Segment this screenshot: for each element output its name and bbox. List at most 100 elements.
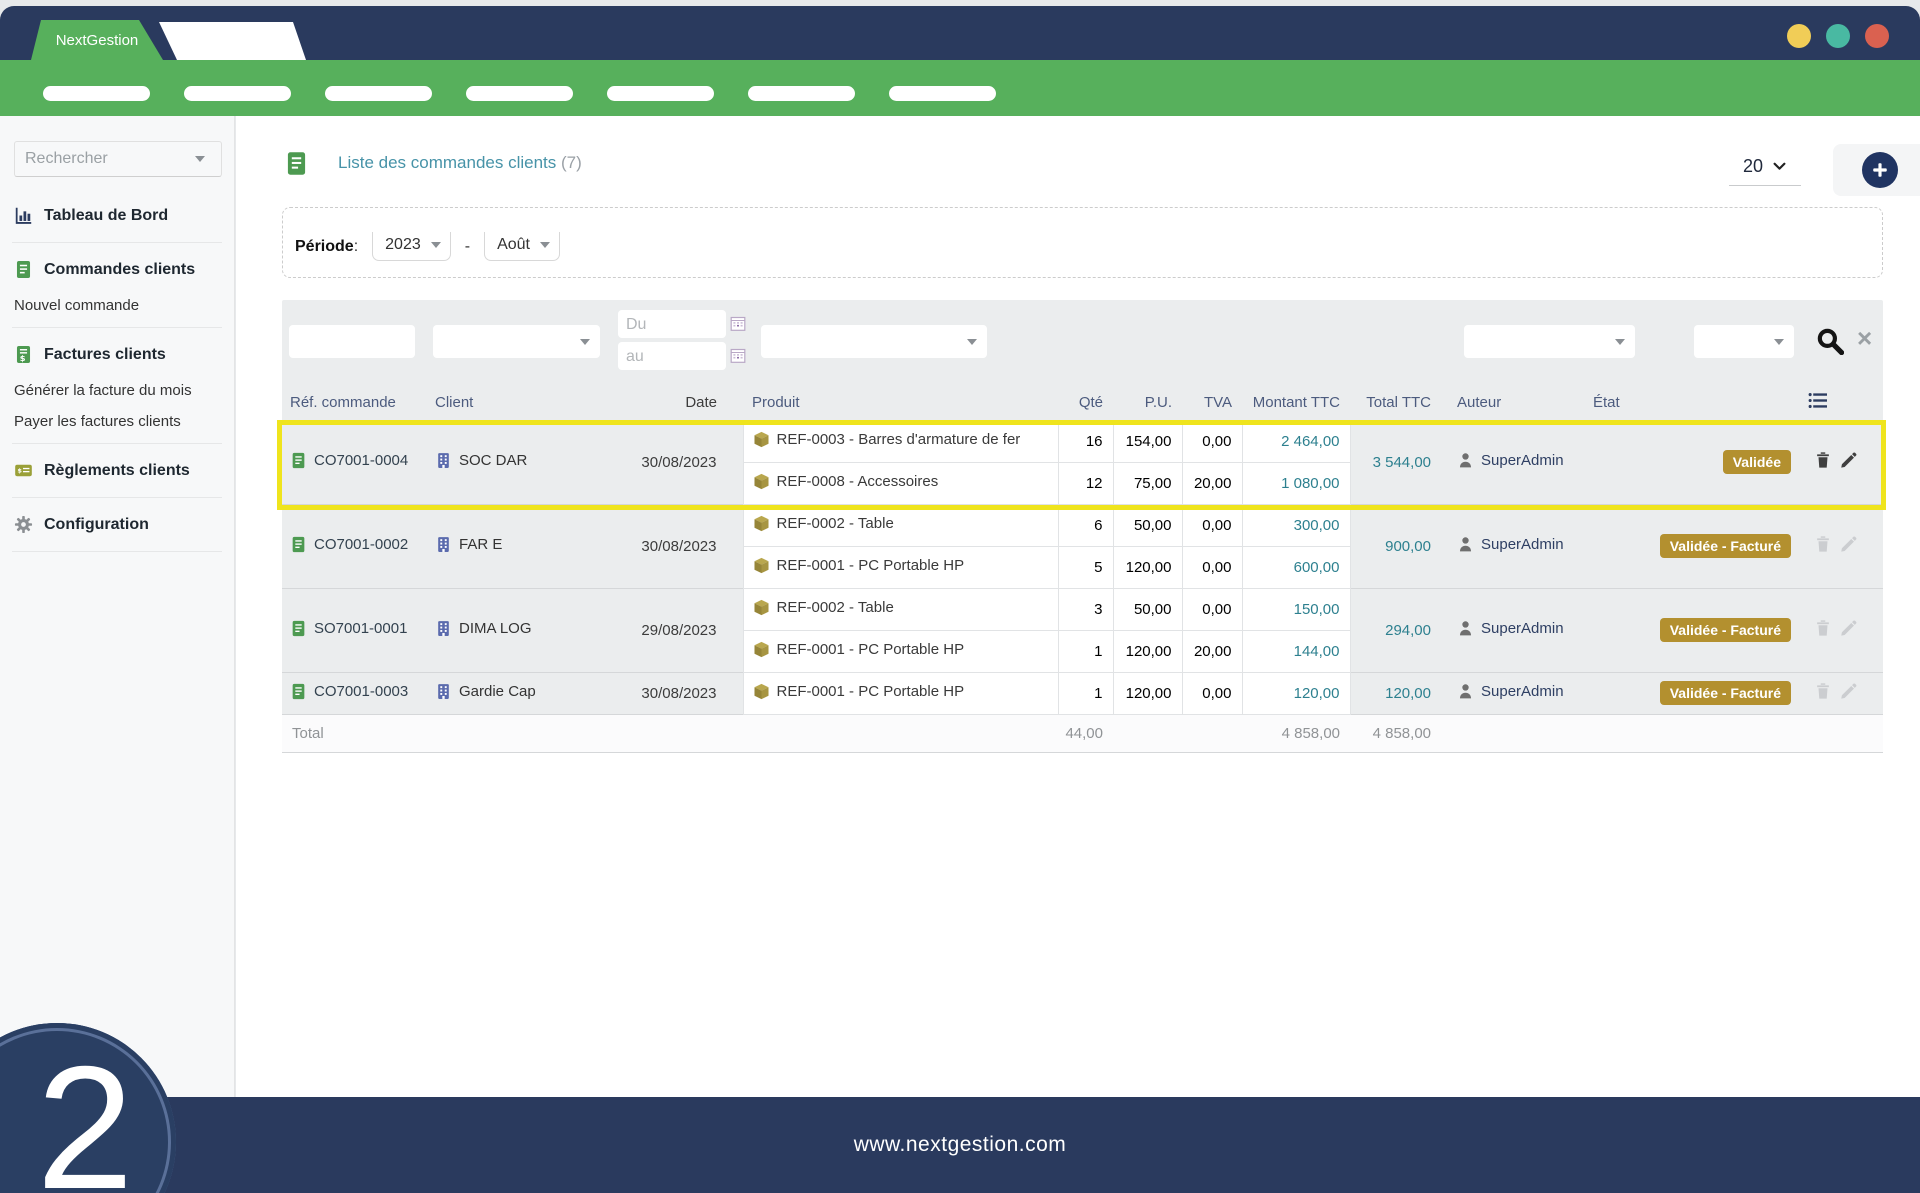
calendar-icon[interactable]	[730, 315, 746, 332]
package-icon	[753, 683, 770, 700]
filter-date-from-input[interactable]	[618, 310, 726, 338]
page-size-select[interactable]: 20	[1729, 154, 1801, 186]
sidebar-item-factures-clients[interactable]: Factures clients	[0, 334, 234, 375]
brand-tab: NextGestion	[31, 20, 163, 60]
qty-value: 16	[1058, 420, 1113, 462]
filter-product-select[interactable]	[761, 325, 987, 358]
product-name: REF-0001 - PC Portable HP	[777, 557, 965, 574]
nav-pill[interactable]	[43, 86, 150, 101]
calendar-icon[interactable]	[730, 347, 746, 364]
sidebar-item-label: Commandes clients	[44, 261, 195, 279]
sidebar-item-reglements-clients[interactable]: Règlements clients	[0, 450, 234, 491]
sidebar: Tableau de Bord Commandes clients Nouvel…	[0, 116, 235, 1097]
sidebar-item-dashboard[interactable]: Tableau de Bord	[0, 195, 234, 236]
sidebar-item-configuration[interactable]: Configuration	[0, 504, 234, 545]
amount-ttc-value: 144,00	[1242, 630, 1350, 672]
amount-ttc-value: 300,00	[1242, 504, 1350, 546]
filter-client-select[interactable]	[433, 325, 600, 358]
tva-value: 20,00	[1182, 630, 1242, 672]
status-badge: Validée - Facturé	[1660, 534, 1791, 558]
nav-pill[interactable]	[748, 86, 855, 101]
footer-bar: www.nextgestion.com	[0, 1097, 1920, 1193]
orders-table: Réf. commande Client Date Produit Qté P.…	[282, 385, 1883, 753]
window-dot-yellow[interactable]	[1787, 24, 1811, 48]
list-view-icon[interactable]	[1808, 391, 1827, 410]
product-name: REF-0008 - Accessoires	[777, 473, 939, 490]
nav-pill[interactable]	[889, 86, 996, 101]
period-year-select[interactable]: 2023	[372, 232, 451, 261]
package-icon	[753, 515, 770, 532]
window-tab-placeholder[interactable]	[159, 22, 306, 60]
client-name: SOC DAR	[459, 452, 527, 469]
amount-ttc-value: 600,00	[1242, 546, 1350, 588]
filter-ref-input[interactable]	[289, 325, 415, 358]
nav-pill[interactable]	[607, 86, 714, 101]
order-ref: CO7001-0002	[314, 536, 408, 553]
pencil-icon[interactable]	[1839, 535, 1857, 553]
clear-filters-icon[interactable]: ×	[1857, 327, 1872, 349]
nav-pill[interactable]	[184, 86, 291, 101]
period-month-select[interactable]: Août	[484, 232, 560, 261]
pencil-icon[interactable]	[1839, 619, 1857, 637]
divider	[12, 242, 222, 243]
unit-price-value: 120,00	[1113, 546, 1182, 588]
trash-icon[interactable]	[1814, 451, 1832, 469]
col-header-date: Date	[612, 385, 743, 420]
total-label: Total	[282, 714, 1058, 752]
table-row[interactable]: CO7001-0002 FAR E 30/08/2023 REF-0002 - …	[282, 504, 1883, 546]
tva-value: 0,00	[1182, 504, 1242, 546]
sidebar-item-payer-factures[interactable]: Payer les factures clients	[0, 406, 234, 437]
pencil-icon[interactable]	[1839, 451, 1857, 469]
table-row[interactable]: CO7001-0003 Gardie Cap 30/08/2023 REF-00…	[282, 672, 1883, 714]
total-qty: 44,00	[1058, 714, 1113, 752]
table-row[interactable]: CO7001-0004 SOC DAR 30/08/2023 REF-0003 …	[282, 420, 1883, 462]
pencil-icon[interactable]	[1839, 682, 1857, 700]
qty-value: 5	[1058, 546, 1113, 588]
chevron-down-icon	[431, 242, 441, 248]
order-ref: CO7001-0003	[314, 683, 408, 700]
chevron-down-icon	[1773, 162, 1786, 171]
footer-url: www.nextgestion.com	[854, 1133, 1067, 1157]
tva-value: 0,00	[1182, 420, 1242, 462]
order-date: 30/08/2023	[612, 504, 743, 588]
filter-date-to-input[interactable]	[618, 342, 726, 370]
document-icon	[284, 150, 309, 177]
package-icon	[753, 473, 770, 490]
window-dot-red[interactable]	[1865, 24, 1889, 48]
divider	[12, 497, 222, 498]
qty-value: 1	[1058, 672, 1113, 714]
sidebar-item-label: Factures clients	[44, 346, 166, 364]
unit-price-value: 50,00	[1113, 504, 1182, 546]
search-icon[interactable]	[1816, 327, 1844, 355]
tva-value: 20,00	[1182, 462, 1242, 504]
add-order-button[interactable]	[1833, 144, 1920, 196]
package-icon	[753, 557, 770, 574]
document-icon	[290, 536, 307, 553]
author-name: SuperAdmin	[1481, 452, 1564, 469]
period-dash: -	[465, 238, 470, 256]
nav-pill[interactable]	[466, 86, 573, 101]
period-panel: Période: 2023 - Août	[282, 207, 1883, 278]
trash-icon[interactable]	[1814, 619, 1832, 637]
main-content: Liste des commandes clients (7) 20 Pério…	[236, 116, 1920, 1097]
order-date: 29/08/2023	[612, 588, 743, 672]
qty-value: 12	[1058, 462, 1113, 504]
nav-pill[interactable]	[325, 86, 432, 101]
product-name: REF-0003 - Barres d'armature de fer	[777, 431, 1021, 448]
order-ref: CO7001-0004	[314, 452, 408, 469]
unit-price-value: 120,00	[1113, 630, 1182, 672]
search-input[interactable]	[25, 150, 195, 168]
sidebar-search[interactable]	[14, 141, 222, 177]
trash-icon[interactable]	[1814, 535, 1832, 553]
building-icon	[435, 683, 452, 700]
product-name: REF-0001 - PC Portable HP	[777, 683, 965, 700]
sidebar-item-commandes-clients[interactable]: Commandes clients	[0, 249, 234, 290]
sidebar-item-nouvel-commande[interactable]: Nouvel commande	[0, 290, 234, 321]
trash-icon[interactable]	[1814, 682, 1832, 700]
table-row[interactable]: SO7001-0001 DIMA LOG 29/08/2023 REF-0002…	[282, 588, 1883, 630]
amount-ttc-value: 1 080,00	[1242, 462, 1350, 504]
window-dot-teal[interactable]	[1826, 24, 1850, 48]
filter-status-select[interactable]	[1694, 325, 1794, 358]
filter-author-select[interactable]	[1464, 325, 1635, 358]
sidebar-item-generer-facture[interactable]: Générer la facture du mois	[0, 375, 234, 406]
